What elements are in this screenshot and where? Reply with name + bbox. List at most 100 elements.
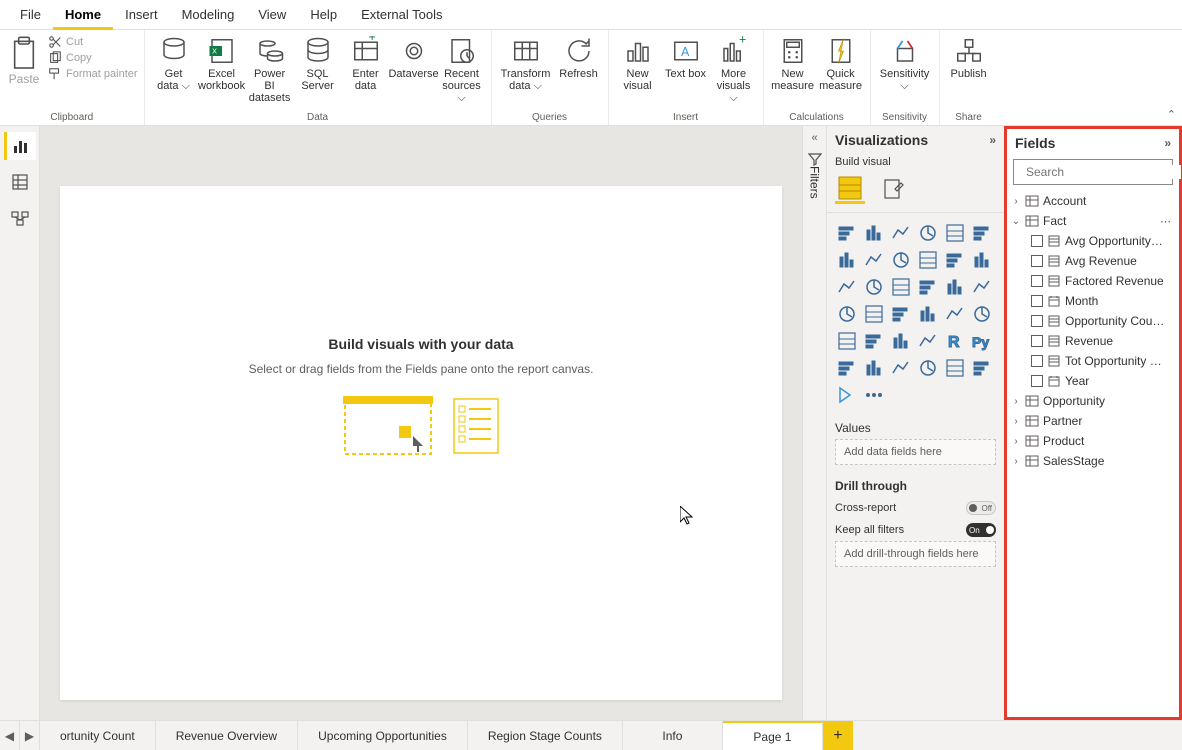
- viz-power-automate[interactable]: [835, 383, 859, 407]
- viz-paginated[interactable]: [943, 356, 967, 380]
- viz-py-visual[interactable]: Py: [970, 329, 994, 353]
- field-checkbox[interactable]: [1031, 355, 1043, 367]
- field-column[interactable]: Opportunity Cou…: [1007, 311, 1179, 331]
- viz-matrix[interactable]: [916, 329, 940, 353]
- field-checkbox[interactable]: [1031, 295, 1043, 307]
- get-data-button[interactable]: Get data ⌵: [151, 34, 197, 96]
- tab-insert[interactable]: Insert: [113, 0, 170, 30]
- dataverse-button[interactable]: Dataverse: [391, 34, 437, 96]
- excel-button[interactable]: XExcel workbook: [199, 34, 245, 96]
- field-table-partner[interactable]: ›Partner: [1007, 411, 1179, 431]
- field-column[interactable]: Factored Revenue: [1007, 271, 1179, 291]
- quick-measure-button[interactable]: Quick measure: [818, 34, 864, 96]
- add-page-button[interactable]: +: [823, 721, 853, 750]
- keep-filters-toggle[interactable]: On: [966, 523, 996, 537]
- data-view-button[interactable]: [4, 168, 36, 196]
- viz-gauge[interactable]: [916, 302, 940, 326]
- viz-card[interactable]: [943, 302, 967, 326]
- collapse-viz-button[interactable]: »: [989, 133, 996, 147]
- field-column[interactable]: Month: [1007, 291, 1179, 311]
- page-prev-button[interactable]: ◀: [0, 721, 20, 750]
- field-column[interactable]: Year: [1007, 371, 1179, 391]
- viz-pie[interactable]: [916, 275, 940, 299]
- viz-kpi[interactable]: [835, 329, 859, 353]
- field-checkbox[interactable]: [1031, 375, 1043, 387]
- field-column[interactable]: Revenue: [1007, 331, 1179, 351]
- field-checkbox[interactable]: [1031, 255, 1043, 267]
- viz-smart-narrative[interactable]: [916, 356, 940, 380]
- filters-pane-collapsed[interactable]: « Filters: [802, 126, 826, 720]
- viz-filled-map[interactable]: [862, 302, 886, 326]
- viz-multi-card[interactable]: [970, 302, 994, 326]
- page-tab[interactable]: Info: [623, 721, 723, 750]
- field-checkbox[interactable]: [1031, 275, 1043, 287]
- new-measure-button[interactable]: New measure: [770, 34, 816, 96]
- drill-through-well[interactable]: Add drill-through fields here: [835, 541, 996, 567]
- page-tab[interactable]: Upcoming Opportunities: [298, 721, 468, 750]
- viz-map[interactable]: [835, 302, 859, 326]
- field-table-opportunity[interactable]: ›Opportunity: [1007, 391, 1179, 411]
- viz-azure-map[interactable]: [889, 302, 913, 326]
- field-checkbox[interactable]: [1031, 235, 1043, 247]
- field-table-fact[interactable]: ⌄Fact⋯: [1007, 211, 1179, 231]
- tab-home[interactable]: Home: [53, 0, 113, 30]
- fields-search-input[interactable]: [1026, 165, 1181, 179]
- field-checkbox[interactable]: [1031, 315, 1043, 327]
- viz-power-apps[interactable]: [970, 356, 994, 380]
- tab-modeling[interactable]: Modeling: [170, 0, 247, 30]
- viz-stacked-bar-100[interactable]: [943, 221, 967, 245]
- viz-stacked-column[interactable]: [889, 221, 913, 245]
- format-painter-button[interactable]: Format painter: [48, 66, 138, 82]
- refresh-button[interactable]: Refresh: [556, 34, 602, 96]
- page-tab[interactable]: Revenue Overview: [156, 721, 298, 750]
- format-visual-tab[interactable]: [879, 174, 909, 204]
- field-column[interactable]: Tot Opportunity …: [1007, 351, 1179, 371]
- viz-waterfall[interactable]: [835, 275, 859, 299]
- viz-r-visual[interactable]: R: [943, 329, 967, 353]
- cross-report-toggle[interactable]: Off: [966, 501, 996, 515]
- viz-area[interactable]: [862, 248, 886, 272]
- recent-sources-button[interactable]: Recent sources ⌵: [439, 34, 485, 106]
- build-visual-tab[interactable]: [835, 174, 865, 204]
- new-visual-button[interactable]: New visual: [615, 34, 661, 96]
- text-box-button[interactable]: AText box: [663, 34, 709, 96]
- page-next-button[interactable]: ▶: [20, 721, 40, 750]
- tab-view[interactable]: View: [246, 0, 298, 30]
- transform-data-button[interactable]: Transform data ⌵: [498, 34, 554, 96]
- viz-stacked-area[interactable]: [889, 248, 913, 272]
- viz-funnel[interactable]: [862, 275, 886, 299]
- viz-donut[interactable]: [943, 275, 967, 299]
- report-canvas[interactable]: Build visuals with your data Select or d…: [60, 186, 782, 700]
- viz-line-column[interactable]: [916, 248, 940, 272]
- viz-clustered-column[interactable]: [916, 221, 940, 245]
- page-tab[interactable]: ortunity Count: [40, 721, 156, 750]
- fields-search[interactable]: [1013, 159, 1173, 185]
- page-tab[interactable]: Page 1: [723, 721, 823, 750]
- sql-server-button[interactable]: SQL Server: [295, 34, 341, 96]
- pbi-datasets-button[interactable]: Power BI datasets: [247, 34, 293, 106]
- report-view-button[interactable]: [4, 132, 36, 160]
- values-well[interactable]: Add data fields here: [835, 439, 996, 465]
- viz-key-influencers[interactable]: [835, 356, 859, 380]
- viz-qna[interactable]: [862, 356, 886, 380]
- paste-button[interactable]: Paste: [6, 34, 42, 88]
- tab-file[interactable]: File: [8, 0, 53, 30]
- model-view-button[interactable]: [4, 204, 36, 232]
- viz-line[interactable]: [835, 248, 859, 272]
- field-checkbox[interactable]: [1031, 335, 1043, 347]
- collapse-fields-button[interactable]: »: [1164, 136, 1171, 150]
- more-visuals-button[interactable]: +More visuals ⌵: [711, 34, 757, 106]
- field-column[interactable]: Avg Opportunity…: [1007, 231, 1179, 251]
- viz-stacked-column-100[interactable]: [970, 221, 994, 245]
- tab-external-tools[interactable]: External Tools: [349, 0, 454, 30]
- field-table-account[interactable]: ›Account: [1007, 191, 1179, 211]
- sensitivity-button[interactable]: Sensitivity⌵: [877, 34, 933, 96]
- viz-more[interactable]: [862, 383, 886, 407]
- collapse-ribbon-button[interactable]: ⌃: [1167, 108, 1176, 121]
- viz-slicer[interactable]: [862, 329, 886, 353]
- tab-help[interactable]: Help: [298, 0, 349, 30]
- viz-line-column-2[interactable]: [943, 248, 967, 272]
- enter-data-button[interactable]: +Enter data: [343, 34, 389, 96]
- field-table-product[interactable]: ›Product: [1007, 431, 1179, 451]
- publish-button[interactable]: Publish: [946, 34, 992, 96]
